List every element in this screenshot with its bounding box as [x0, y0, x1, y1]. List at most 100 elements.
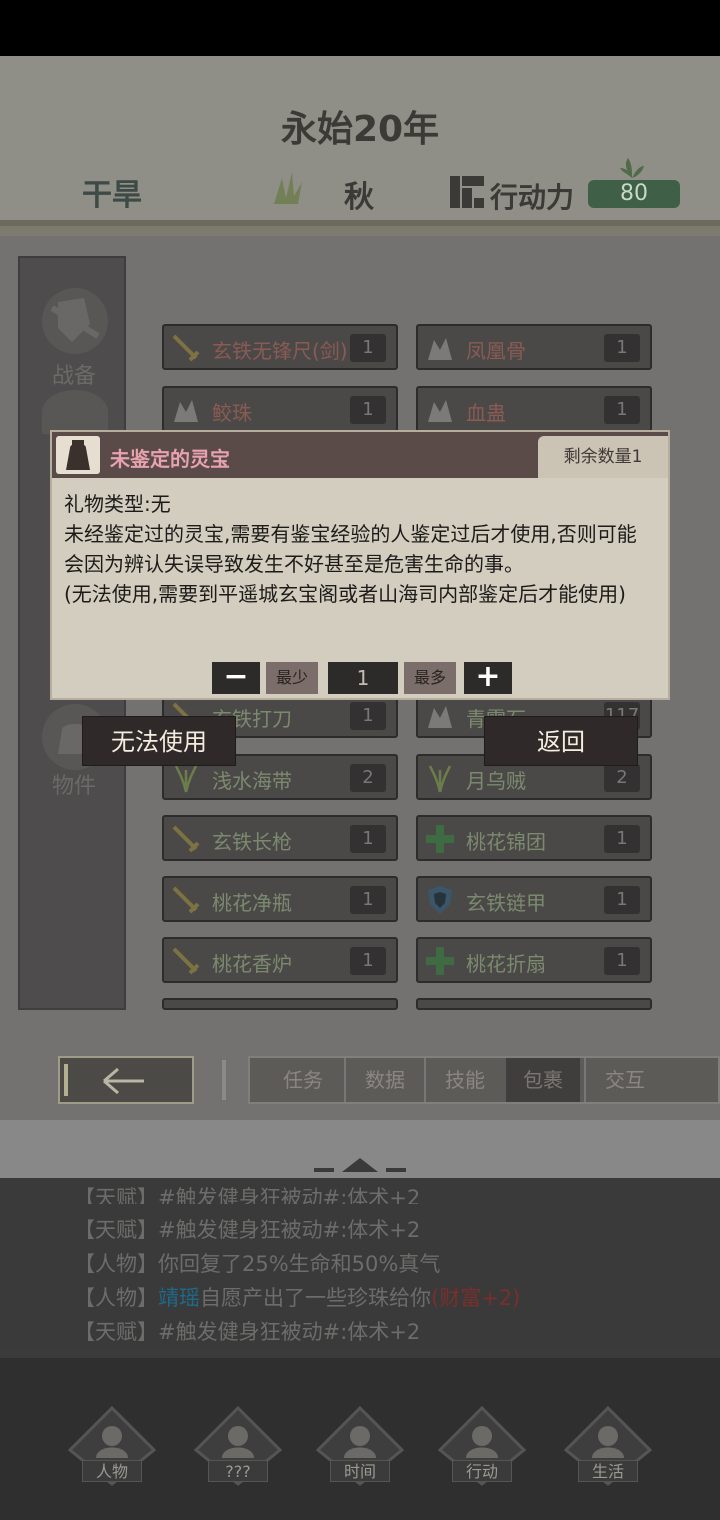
herb-icon — [428, 765, 452, 793]
heal-icon — [426, 947, 454, 975]
item-count: 1 — [604, 947, 640, 975]
decrease-button[interactable]: − — [212, 662, 260, 694]
sword-icon — [172, 947, 200, 975]
action-points-icon — [450, 176, 484, 208]
item-name: 桃花折扇 — [466, 952, 546, 976]
item-name: 桃花锦团 — [466, 830, 546, 854]
item-detail-dialog: 未鉴定的灵宝 剩余数量1 礼物类型:无 未经鉴定过的灵宝,需要有鉴宝经验的人鉴定… — [50, 430, 670, 700]
item-name: 鲛珠 — [212, 401, 252, 425]
year-title: 永始20年 — [280, 109, 440, 150]
log-line: 【天赋】#触发健身狂被动#:体术+2 — [74, 1218, 421, 1242]
item-count: 1 — [604, 334, 640, 362]
increase-button[interactable]: + — [464, 662, 512, 694]
description-note: (无法使用,需要到平遥城玄宝阁或者山海司内部鉴定后才能使用) — [64, 582, 626, 606]
nav-person-button[interactable]: 人物 — [66, 1404, 158, 1486]
weather-label: 干旱 — [82, 178, 142, 213]
tab-interact[interactable]: 交互 — [584, 1058, 664, 1102]
item-name: 血蛊 — [466, 401, 506, 425]
use-button[interactable]: 无法使用 — [82, 716, 236, 766]
tab-skills[interactable]: 技能 — [424, 1058, 504, 1102]
item-count: 1 — [604, 825, 640, 853]
log-line-partial: 【天赋】#触发健身狂被动#:体术+2 — [74, 1186, 421, 1204]
log-line: 【天赋】#触发健身狂被动#:体术+2 — [74, 1320, 421, 1344]
npc-name[interactable]: 靖瑶 — [158, 1286, 200, 1310]
item-name: 浅水海带 — [212, 769, 292, 793]
item-name: 凤凰骨 — [466, 339, 526, 363]
item-count: 2 — [350, 764, 386, 792]
remaining-count: 剩余数量1 — [538, 436, 668, 478]
back-arrow-button[interactable] — [58, 1056, 194, 1104]
inventory-slot[interactable]: 桃花香炉 1 — [162, 937, 398, 983]
quantity-field[interactable]: 1 — [328, 662, 398, 694]
nav-action-button[interactable]: 行动 — [436, 1404, 528, 1486]
dialog-header: 未鉴定的灵宝 剩余数量1 — [52, 432, 668, 478]
item-name: 月乌贼 — [466, 769, 526, 793]
log-line: 【人物】靖瑶自愿产出了一些珍珠给你(财富+2) — [74, 1286, 521, 1310]
item-count: 1 — [350, 886, 386, 914]
tab-tasks[interactable]: 任务 — [262, 1058, 344, 1102]
item-count: 1 — [604, 886, 640, 914]
item-name: 玄铁无锋尺(剑) — [212, 339, 348, 363]
material-icon — [428, 400, 452, 422]
inventory-slot[interactable]: 血蛊 1 — [416, 386, 652, 432]
inventory-slot[interactable]: 桃花净瓶 1 — [162, 876, 398, 922]
nav-label: 时间 — [330, 1460, 390, 1482]
item-count: 2 — [604, 764, 640, 792]
inventory-slot[interactable]: 凤凰骨 1 — [416, 324, 652, 370]
description-line: 未经鉴定过的灵宝,需要有鉴宝经验的人鉴定过后才使用,否则可能 — [64, 522, 637, 546]
item-name: 桃花香炉 — [212, 952, 292, 976]
log-divider — [0, 1120, 720, 1178]
sword-icon — [172, 886, 200, 914]
heal-icon — [426, 825, 454, 853]
description-line: 会因为辨认失误导致发生不好甚至是危害生命的事。 — [64, 552, 524, 576]
item-bag-icon — [56, 436, 100, 474]
nav-unknown-button[interactable]: ??? — [192, 1404, 284, 1486]
armor-icon[interactable] — [42, 288, 108, 354]
inventory-slot[interactable]: 桃花折扇 1 — [416, 937, 652, 983]
max-button[interactable]: 最多 — [404, 662, 456, 694]
nav-label: 人物 — [82, 1460, 142, 1482]
sidebar-item-equipment[interactable]: 战备 — [20, 358, 128, 390]
item-count: 1 — [350, 334, 386, 362]
material-icon — [174, 400, 198, 422]
inventory-slot-partial[interactable] — [162, 998, 398, 1010]
sidebar-item-items[interactable]: 物件 — [20, 768, 128, 800]
item-name: 玄铁链甲 — [466, 891, 546, 915]
min-button[interactable]: 最少 — [266, 662, 318, 694]
inventory-slot[interactable]: 玄铁链甲 1 — [416, 876, 652, 922]
inventory-slot[interactable]: 鲛珠 1 — [162, 386, 398, 432]
log-line: 【人物】你回复了25%生命和50%真气 — [74, 1252, 441, 1276]
sword-icon — [172, 825, 200, 853]
nav-life-button[interactable]: 生活 — [562, 1404, 654, 1486]
item-name: 玄铁长枪 — [212, 830, 292, 854]
sword-icon — [172, 334, 200, 362]
tab-inventory[interactable]: 包裹 — [506, 1058, 580, 1102]
dialog-title: 未鉴定的灵宝 — [110, 447, 230, 471]
header-divider — [0, 220, 720, 236]
leaf-icon — [620, 158, 644, 178]
nav-time-button[interactable]: 时间 — [314, 1404, 406, 1486]
inventory-slot[interactable]: 玄铁无锋尺(剑) 1 — [162, 324, 398, 370]
inventory-slot[interactable]: 桃花锦团 1 — [416, 815, 652, 861]
item-count: 1 — [350, 825, 386, 853]
gift-type-text: 礼物类型:无 — [64, 492, 171, 516]
item-count: 1 — [604, 396, 640, 424]
nav-label: 行动 — [452, 1460, 512, 1482]
material-icon — [428, 706, 452, 728]
inventory-slot[interactable]: 玄铁长枪 1 — [162, 815, 398, 861]
tab-separator — [222, 1060, 226, 1100]
book-icon[interactable] — [42, 390, 108, 434]
tab-bar: 任务 数据 技能 包裹 交互 — [248, 1056, 720, 1104]
action-points-value: 80 — [588, 180, 680, 208]
item-count: 1 — [350, 947, 386, 975]
item-name: 桃花净瓶 — [212, 891, 292, 915]
inventory-slot-partial[interactable] — [416, 998, 652, 1010]
material-icon — [428, 338, 452, 360]
return-button[interactable]: 返回 — [484, 716, 638, 766]
shield-icon — [428, 886, 452, 914]
action-points-label: 行动力 — [490, 181, 575, 214]
tab-data[interactable]: 数据 — [344, 1058, 424, 1102]
nav-label: ??? — [208, 1460, 268, 1482]
expand-up-icon[interactable] — [312, 1154, 408, 1174]
nav-label: 生活 — [578, 1460, 638, 1482]
